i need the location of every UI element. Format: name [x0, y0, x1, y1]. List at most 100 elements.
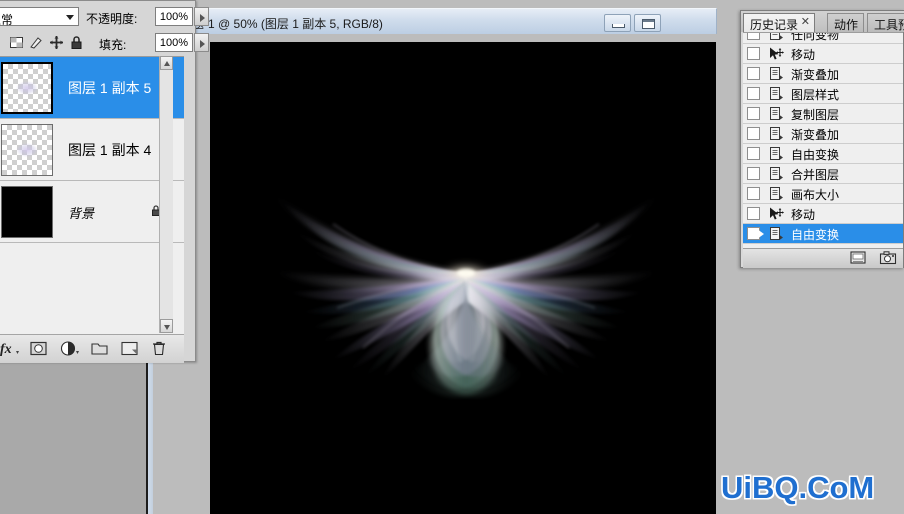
tab-history[interactable]: 历史记录 ✕ [743, 13, 815, 32]
history-item[interactable]: 合并图层 [743, 164, 903, 184]
delete-layer-icon[interactable] [151, 340, 167, 357]
layer-thumbnail[interactable] [1, 62, 53, 114]
opacity-value: 100% [160, 11, 188, 23]
history-item[interactable]: 自由变换 [743, 224, 903, 244]
state-icon [768, 106, 784, 122]
maximize-button[interactable] [634, 14, 661, 32]
scroll-up-button[interactable] [160, 56, 173, 70]
state-icon [768, 66, 784, 82]
close-icon[interactable]: ✕ [801, 17, 810, 28]
history-snapshot-checkbox[interactable] [747, 167, 760, 180]
layer-thumbnail-content [16, 143, 38, 157]
layers-list[interactable]: 图层 1 副本 5 图层 1 副本 4 背景 [0, 56, 184, 334]
history-item[interactable]: 移动 [743, 204, 903, 224]
state-icon [768, 166, 784, 182]
history-item-label: 渐变叠加 [791, 66, 839, 83]
tab-tool-presets-label: 工具预设 [874, 18, 904, 32]
fill-label: 填充: [99, 36, 126, 53]
chevron-down-icon [66, 15, 74, 20]
layer-row[interactable]: 背景 [0, 181, 184, 243]
history-snapshot-checkbox[interactable] [747, 87, 760, 100]
layer-name: 图层 1 副本 5 [68, 78, 151, 98]
history-item-label: 自由变换 [791, 146, 839, 163]
fill-value: 100% [160, 37, 188, 49]
new-adjustment-layer-icon[interactable] [59, 340, 81, 357]
svg-text:fx: fx [0, 342, 12, 357]
history-item[interactable]: 画布大小 [743, 184, 903, 204]
tab-actions[interactable]: 动作 [827, 13, 864, 32]
fill-stepper[interactable] [194, 33, 209, 52]
move-icon [768, 46, 784, 62]
add-layer-style-icon[interactable]: fx [0, 340, 21, 357]
tab-history-label: 历史记录 [750, 18, 798, 32]
layer-name: 图层 1 副本 4 [68, 140, 151, 160]
document-titlebar[interactable]: 题-1 @ 50% (图层 1 副本 5, RGB/8) [185, 8, 717, 34]
history-item[interactable]: 渐变叠加 [743, 64, 903, 84]
new-layer-icon[interactable] [120, 340, 139, 357]
minimize-icon [612, 24, 625, 28]
opacity-input[interactable]: 100% [155, 7, 193, 26]
layer-name: 背景 [68, 203, 94, 222]
layer-row[interactable]: 图层 1 副本 4 [0, 119, 184, 181]
layer-row[interactable]: 图层 1 副本 5 [0, 57, 184, 119]
history-item[interactable]: 移动 [743, 44, 903, 64]
history-item-label: 任向变物 [791, 32, 839, 43]
add-layer-mask-icon[interactable] [29, 340, 48, 357]
chevron-up-icon [164, 61, 170, 66]
history-item[interactable]: 任向变物 [743, 32, 903, 44]
history-item[interactable]: 复制图层 [743, 104, 903, 124]
history-snapshot-checkbox[interactable] [747, 67, 760, 80]
new-document-from-state-icon[interactable] [849, 250, 867, 266]
blend-mode-value: 正常 [0, 11, 13, 28]
options-bar-right-remnant [185, 0, 904, 8]
opacity-label: 不透明度: [86, 10, 137, 27]
history-item-label: 渐变叠加 [791, 126, 839, 143]
history-item[interactable]: 图层样式 [743, 84, 903, 104]
history-item-label: 复制图层 [791, 106, 839, 123]
layers-panel: 正常 不透明度: 100% 定: 填充: [0, 0, 196, 362]
layer-thumbnail-content [16, 81, 38, 95]
history-snapshot-checkbox[interactable] [747, 32, 760, 40]
document-canvas[interactable] [210, 42, 716, 514]
history-item-label: 自由变换 [791, 226, 839, 243]
tab-tool-presets[interactable]: 工具预设 [867, 13, 904, 32]
watermark: UiBQ.CoM [721, 470, 874, 506]
butterfly-wings-artwork [210, 42, 716, 514]
opacity-stepper[interactable] [194, 7, 209, 26]
history-list[interactable]: 任向变物 移动 渐变叠加 [743, 32, 903, 249]
history-panel-footer [743, 248, 903, 268]
layers-blend-row: 正常 不透明度: 100% [0, 5, 197, 29]
history-snapshot-checkbox[interactable] [747, 187, 760, 200]
scroll-down-button[interactable] [160, 319, 173, 333]
history-item[interactable]: 渐变叠加 [743, 124, 903, 144]
lock-position-icon[interactable] [49, 35, 64, 50]
history-snapshot-checkbox[interactable] [747, 207, 760, 220]
history-item-label: 图层样式 [791, 86, 839, 103]
layer-thumbnail[interactable] [1, 124, 53, 176]
lock-all-icon[interactable] [69, 35, 84, 50]
new-snapshot-icon[interactable] [879, 250, 897, 266]
new-group-icon[interactable] [90, 340, 109, 357]
history-item-label: 合并图层 [791, 166, 839, 183]
history-item[interactable]: 自由变换 [743, 144, 903, 164]
layer-thumbnail[interactable] [1, 186, 53, 238]
lock-transparent-pixels-icon[interactable] [9, 35, 24, 50]
state-icon [768, 86, 784, 102]
blend-mode-select[interactable]: 正常 [0, 7, 79, 26]
fill-input[interactable]: 100% [155, 33, 193, 52]
lock-image-pixels-icon[interactable] [29, 35, 44, 50]
maximize-icon [642, 19, 655, 29]
layers-panel-footer: fx [0, 334, 184, 363]
minimize-button[interactable] [604, 14, 631, 32]
layers-list-scrollbar[interactable] [159, 56, 173, 333]
move-icon [768, 206, 784, 222]
history-snapshot-checkbox[interactable] [747, 127, 760, 140]
history-item-label: 移动 [791, 46, 815, 63]
tab-actions-label: 动作 [834, 18, 858, 32]
history-snapshot-checkbox[interactable] [747, 107, 760, 120]
chevron-right-icon [200, 14, 205, 22]
state-icon [768, 32, 784, 42]
history-snapshot-checkbox[interactable] [747, 147, 760, 160]
history-snapshot-checkbox[interactable] [747, 47, 760, 60]
state-icon [768, 226, 784, 242]
